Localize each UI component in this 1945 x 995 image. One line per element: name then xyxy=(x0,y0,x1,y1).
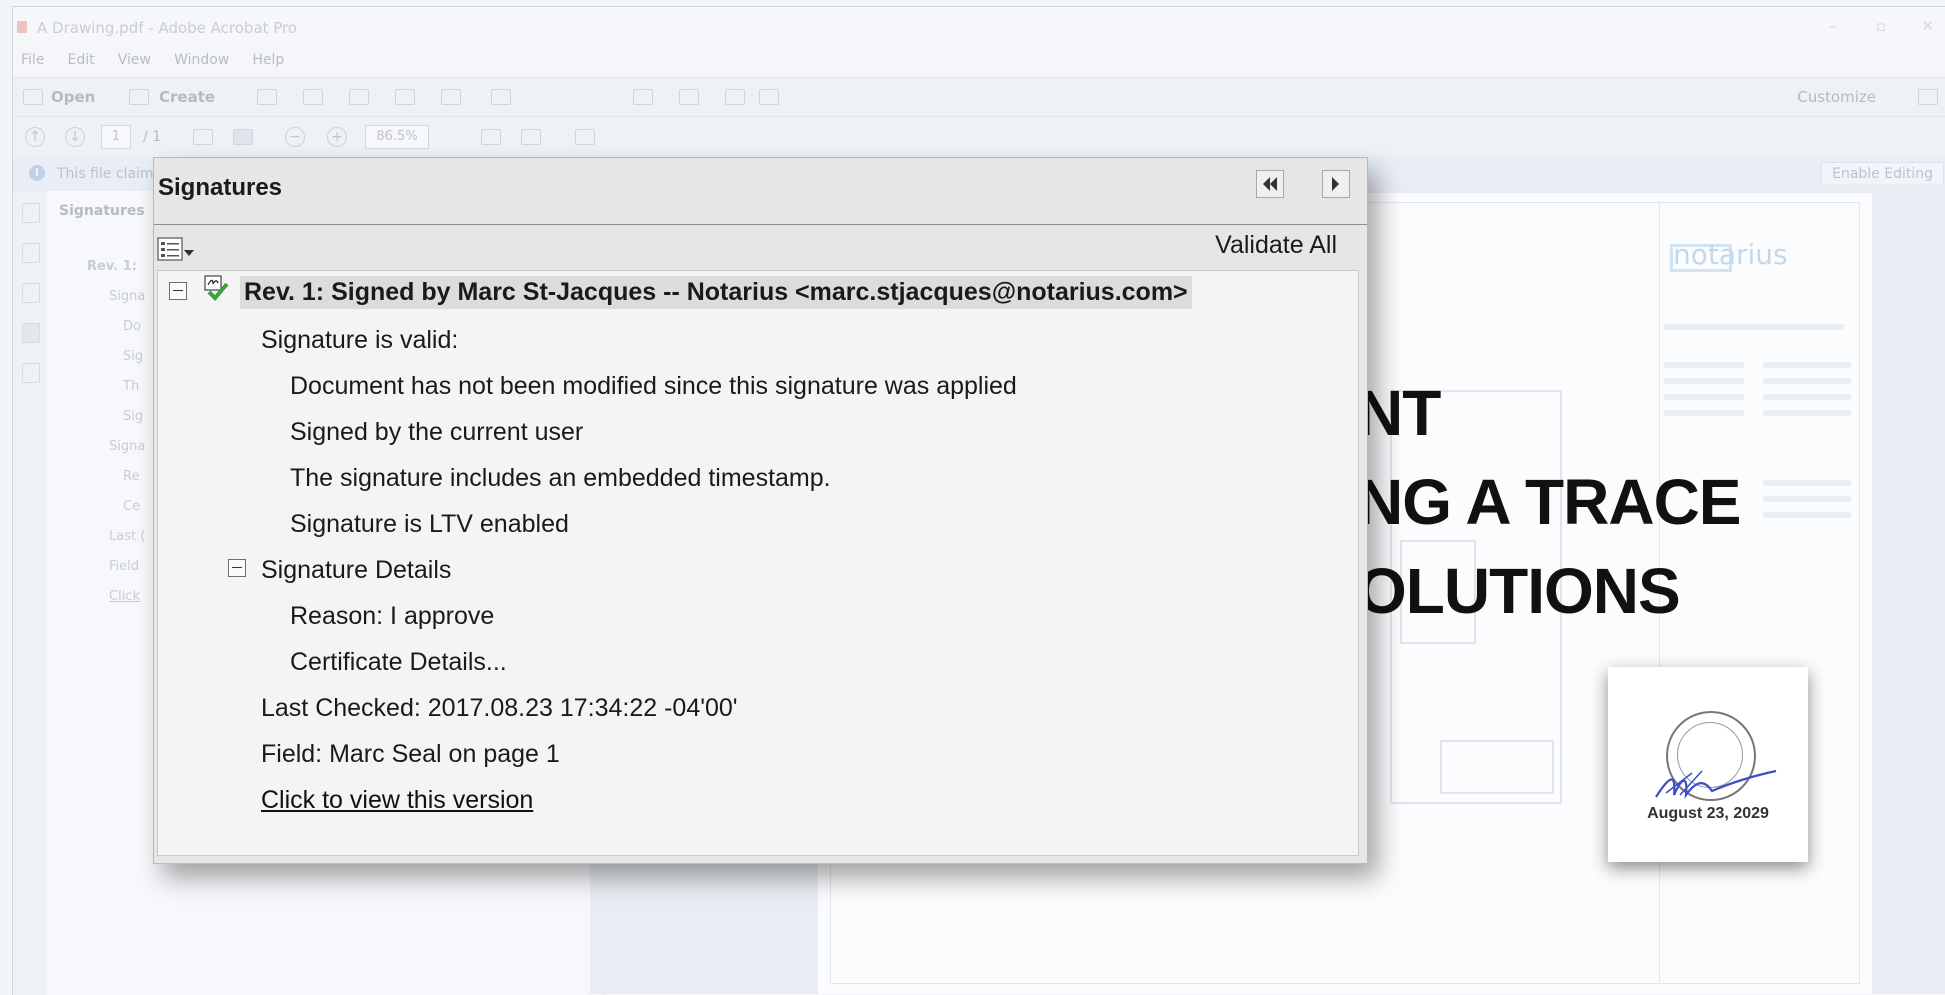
signature-reason: Reason: I approve xyxy=(290,602,495,630)
navigation-rail xyxy=(13,191,48,995)
certificate-details-link[interactable]: Certificate Details... xyxy=(290,648,507,677)
notarius-logo-text: notarius xyxy=(1673,238,1788,271)
print-icon[interactable] xyxy=(349,89,369,105)
menu-edit[interactable]: Edit xyxy=(68,52,95,68)
attach-icon[interactable] xyxy=(633,89,653,105)
bookmarks-icon[interactable] xyxy=(22,243,40,263)
view-version-link[interactable]: Click to view this version xyxy=(261,786,533,815)
email-icon[interactable] xyxy=(441,89,461,105)
menu-help[interactable]: Help xyxy=(252,52,284,68)
signature-details-header[interactable]: Signature Details xyxy=(261,556,451,585)
zoom-input[interactable]: 86.5% xyxy=(365,125,429,149)
side-panel-item: Sig xyxy=(123,349,144,364)
read-mode-icon[interactable] xyxy=(575,129,595,145)
handwritten-signature-icon xyxy=(1655,769,1777,799)
first-revision-button[interactable] xyxy=(1256,170,1284,198)
gear-icon[interactable] xyxy=(491,89,511,105)
options-menu-icon[interactable] xyxy=(157,236,195,262)
open-button[interactable]: Open xyxy=(51,88,95,106)
last-checked: Last Checked: 2017.08.23 17:34:22 -04'00… xyxy=(261,694,738,722)
select-tool-icon[interactable] xyxy=(193,129,213,145)
expand-icon[interactable] xyxy=(1918,89,1938,105)
signature-tree: Rev. 1: Signed by Marc St-Jacques -- Not… xyxy=(157,270,1359,856)
side-panel-link[interactable]: Click xyxy=(109,589,140,604)
stamp-date: August 23, 2029 xyxy=(1647,805,1769,822)
cloud-icon[interactable] xyxy=(303,89,323,105)
create-icon xyxy=(129,89,149,105)
floor-plan-room xyxy=(1440,740,1554,794)
collapse-details-toggle[interactable] xyxy=(228,559,246,577)
status-item: Signature is LTV enabled xyxy=(290,510,569,538)
next-revision-button[interactable] xyxy=(1322,170,1350,198)
arrow-down-icon[interactable]: ↓ xyxy=(65,127,85,147)
title-bar: A Drawing.pdf - Adobe Acrobat Pro – ▫ ✕ xyxy=(13,7,1945,45)
side-panel-item: Sig xyxy=(123,409,144,424)
collapse-revision-toggle[interactable] xyxy=(169,282,187,300)
create-button[interactable]: Create xyxy=(159,88,215,106)
side-panel-item: Re xyxy=(123,469,140,484)
page-number-input[interactable]: 1 xyxy=(101,125,131,149)
arrow-up-icon[interactable]: ↑ xyxy=(25,127,45,147)
compare-icon[interactable] xyxy=(725,89,745,105)
status-item: Document has not been modified since thi… xyxy=(290,372,1017,400)
fit-page-icon[interactable] xyxy=(521,129,541,145)
menu-window[interactable]: Window xyxy=(174,52,229,68)
status-item: The signature includes an embedded times… xyxy=(290,464,831,492)
zoom-out-icon[interactable]: − xyxy=(285,127,305,147)
hand-tool-icon[interactable] xyxy=(233,129,253,145)
menu-file[interactable]: File xyxy=(21,52,44,68)
layers-icon[interactable] xyxy=(22,363,40,383)
document-heading-line-1: NT xyxy=(1357,377,1441,449)
signatures-panel-icon[interactable] xyxy=(22,323,40,343)
side-panel-item: Field xyxy=(109,559,140,574)
sign-icon[interactable] xyxy=(759,89,779,105)
page-thumbnails-icon[interactable] xyxy=(22,203,40,223)
side-panel-item: Signa xyxy=(109,439,146,454)
page-total: / 1 xyxy=(143,129,162,145)
pdf-file-icon xyxy=(17,21,27,33)
zoom-in-icon[interactable]: + xyxy=(327,127,347,147)
signature-field: Field: Marc Seal on page 1 xyxy=(261,740,560,768)
save-icon[interactable] xyxy=(257,89,277,105)
valid-signature-icon xyxy=(204,275,229,301)
customize-dropdown[interactable]: Customize xyxy=(1797,88,1876,106)
side-panel-item: Ce xyxy=(123,499,141,514)
stamp-icon[interactable] xyxy=(679,89,699,105)
side-panel-item: Do xyxy=(123,319,141,334)
info-icon: i xyxy=(29,165,45,181)
menu-bar: File Edit View Window Help xyxy=(13,49,1945,71)
side-panel-item: Last ( xyxy=(109,529,146,544)
maximize-button[interactable]: ▫ xyxy=(1876,17,1886,35)
side-panel-title: Signatures xyxy=(59,203,145,219)
signature-status[interactable]: Signature is valid: xyxy=(261,326,458,355)
signature-stamp[interactable]: August 23, 2029 xyxy=(1608,667,1808,862)
right-arrow-icon xyxy=(1332,177,1339,191)
dialog-title: Signatures xyxy=(158,174,283,201)
side-panel-item: Th xyxy=(123,379,140,394)
enable-editing-button[interactable]: Enable Editing xyxy=(1821,162,1944,186)
edit-icon[interactable] xyxy=(395,89,415,105)
side-panel-revision[interactable]: Rev. 1: xyxy=(87,259,137,274)
side-panel-item: Signa xyxy=(109,289,146,304)
minimize-button[interactable]: – xyxy=(1829,17,1837,35)
revision-entry[interactable]: Rev. 1: Signed by Marc St-Jacques -- Not… xyxy=(240,276,1192,309)
menu-view[interactable]: View xyxy=(118,52,151,68)
main-toolbar: Open Create Customize xyxy=(13,77,1945,117)
attachments-icon[interactable] xyxy=(22,283,40,303)
info-message: This file claims xyxy=(57,166,161,182)
fit-width-icon[interactable] xyxy=(481,129,501,145)
open-folder-icon xyxy=(23,89,43,105)
title-block xyxy=(1659,202,1859,982)
signatures-dialog: Signatures Validate All Rev. 1: Signed b… xyxy=(153,157,1368,864)
validate-all-button[interactable]: Validate All xyxy=(1215,231,1337,260)
document-heading-line-2: NG A TRACE xyxy=(1357,466,1741,538)
dialog-separator xyxy=(154,224,1367,225)
document-heading-line-3: OLUTIONS xyxy=(1357,555,1681,627)
double-left-arrow-icon xyxy=(1263,177,1277,191)
window-title: A Drawing.pdf - Adobe Acrobat Pro xyxy=(37,19,298,37)
status-item: Signed by the current user xyxy=(290,418,584,446)
close-window-button[interactable]: ✕ xyxy=(1921,17,1934,35)
navigation-toolbar: ↑ ↓ 1 / 1 − + 86.5% xyxy=(13,117,1945,158)
